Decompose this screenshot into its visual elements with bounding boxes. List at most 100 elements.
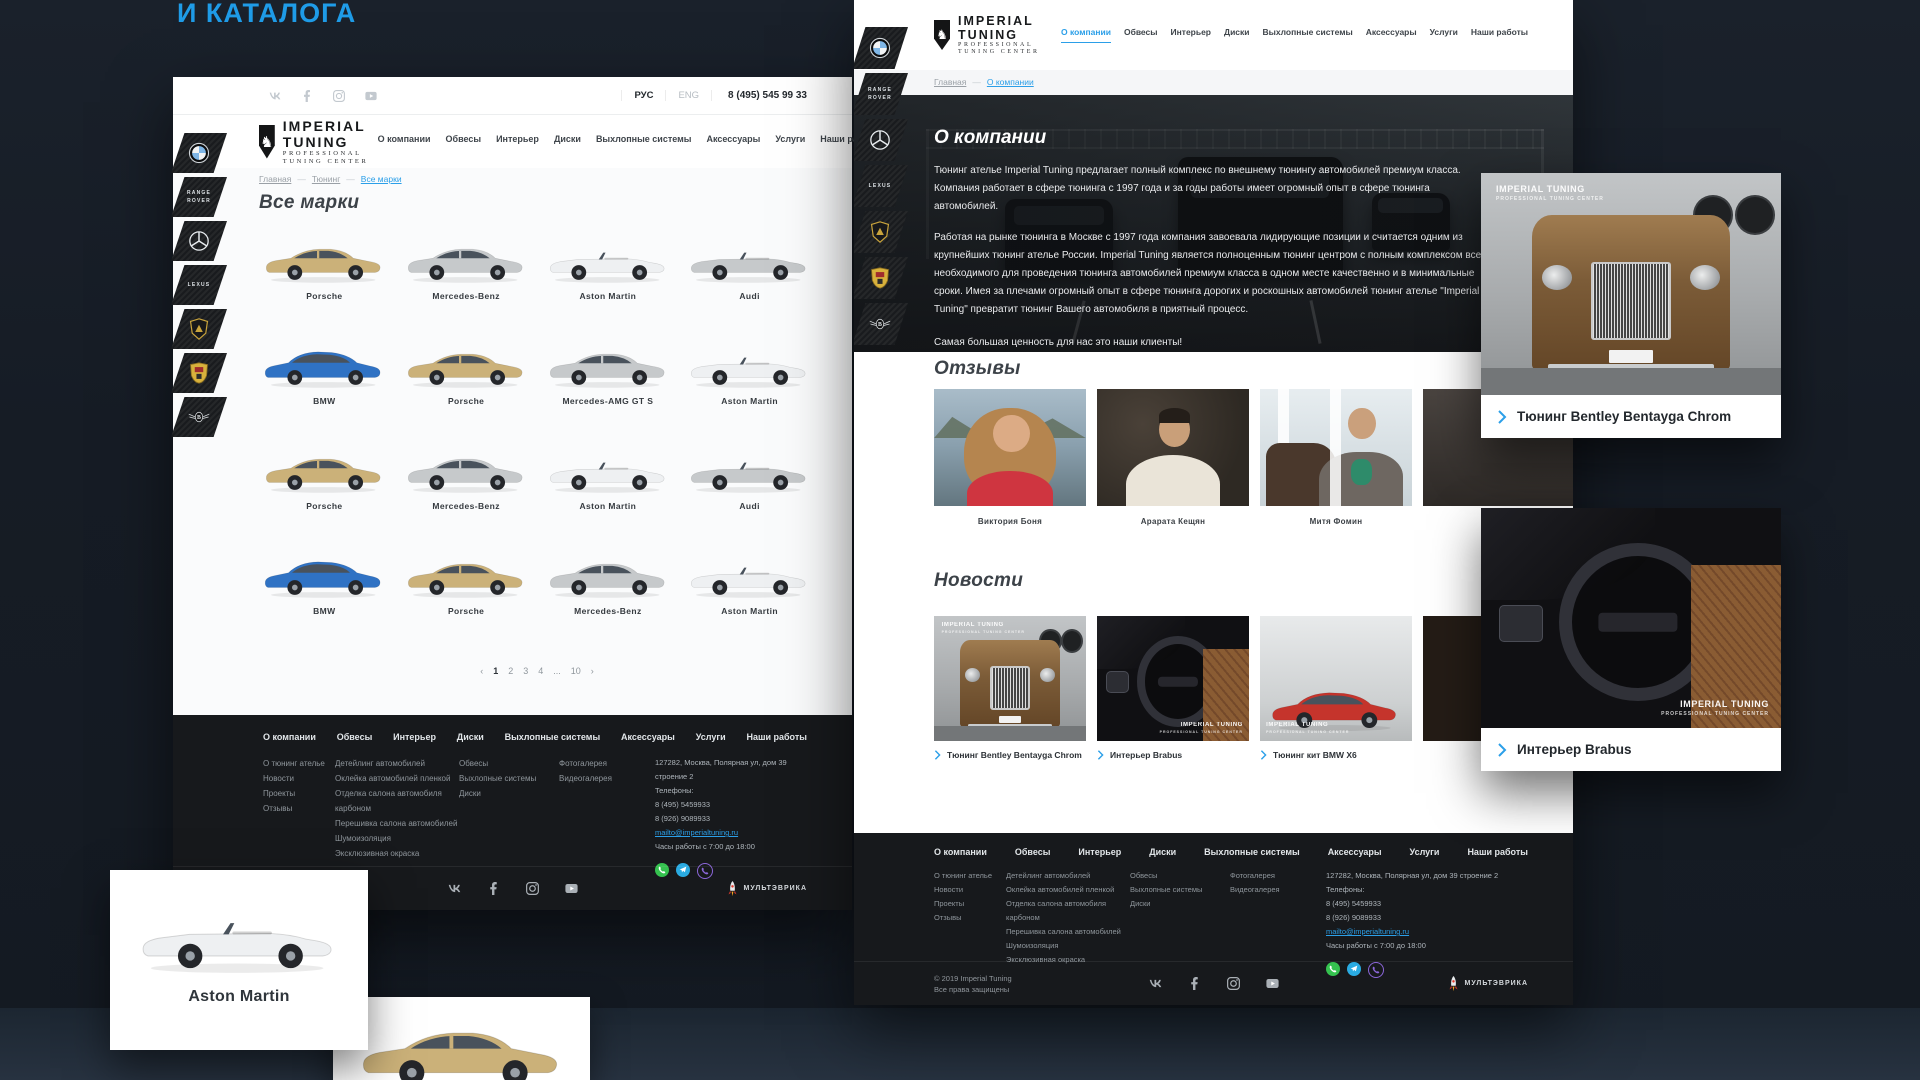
- sidebar-brand-lamborghini[interactable]: [171, 309, 227, 349]
- footer-nav-item[interactable]: Интерьер: [1078, 847, 1121, 857]
- sidebar-brand-porsche[interactable]: [171, 353, 227, 393]
- footer-link[interactable]: О тюнинг ателье: [934, 869, 1006, 883]
- phone-number[interactable]: 8 (495) 545 99 33: [711, 90, 807, 101]
- nav-item[interactable]: Диски: [1224, 27, 1250, 43]
- floating-card-brabus[interactable]: IMPERIAL TUNINGPROFESSIONAL TUNING CENTE…: [1481, 508, 1781, 771]
- car-card[interactable]: Mercedes-Benz: [401, 235, 532, 326]
- footer-nav-item[interactable]: Наши работы: [1467, 847, 1527, 857]
- nav-item[interactable]: Услуги: [775, 134, 805, 149]
- footer-link[interactable]: Новости: [263, 771, 335, 786]
- footer-link[interactable]: Видеогалерея: [559, 771, 655, 786]
- nav-item[interactable]: Выхлопные системы: [1263, 27, 1353, 43]
- breadcrumb-home[interactable]: Главная: [934, 77, 966, 87]
- footer-link[interactable]: Диски: [459, 786, 559, 801]
- footer-link[interactable]: Перешивка салона автомобилей: [1006, 925, 1130, 939]
- youtube-icon[interactable]: [565, 882, 578, 895]
- agency-logo[interactable]: МУЛЬТЭВРИКА: [1448, 976, 1529, 992]
- facebook-icon[interactable]: [1188, 977, 1201, 990]
- breadcrumb-home[interactable]: Главная: [259, 174, 291, 184]
- footer-link[interactable]: Проекты: [934, 897, 1006, 911]
- vk-icon[interactable]: [1149, 977, 1162, 990]
- footer-nav-item[interactable]: Услуги: [1410, 847, 1440, 857]
- facebook-icon[interactable]: [487, 882, 500, 895]
- logo[interactable]: ♞ IMPERIAL TUNING PROFESSIONAL TUNING CE…: [259, 118, 378, 165]
- footer-nav-item[interactable]: О компании: [263, 732, 316, 742]
- sidebar-brand-range-rover[interactable]: RANGEROVER: [854, 73, 908, 115]
- floating-card-porsche[interactable]: [333, 997, 590, 1080]
- facebook-icon[interactable]: [301, 90, 313, 102]
- sidebar-brand-lexus[interactable]: LEXUS: [854, 165, 908, 207]
- youtube-icon[interactable]: [365, 90, 377, 102]
- footer-link[interactable]: Оклейка автомобилей пленкой: [335, 771, 459, 786]
- footer-link[interactable]: Новости: [934, 883, 1006, 897]
- sidebar-brand-bentley[interactable]: B: [854, 303, 908, 345]
- car-card[interactable]: Porsche: [401, 340, 532, 431]
- sidebar-brand-porsche[interactable]: [854, 257, 908, 299]
- footer-nav-item[interactable]: Аксессуары: [1328, 847, 1382, 857]
- instagram-icon[interactable]: [526, 882, 539, 895]
- breadcrumb-tuning[interactable]: Тюнинг: [312, 174, 340, 184]
- footer-link[interactable]: Детейлинг автомобилей: [335, 756, 459, 771]
- footer-link[interactable]: Шумоизоляция: [335, 831, 459, 846]
- footer-nav-item[interactable]: Обвесы: [1015, 847, 1051, 857]
- nav-item[interactable]: Интерьер: [1171, 27, 1211, 43]
- footer-phone[interactable]: 8 (495) 5459933: [1326, 897, 1528, 911]
- review-photo[interactable]: [1260, 389, 1412, 506]
- sidebar-brand-mercedes[interactable]: [171, 221, 227, 261]
- sidebar-brand-range-rover[interactable]: RANGEROVER: [171, 177, 227, 217]
- car-card[interactable]: BMW: [259, 550, 390, 641]
- nav-item[interactable]: Услуги: [1430, 27, 1458, 43]
- footer-link[interactable]: Обвесы: [459, 756, 559, 771]
- lang-eng[interactable]: ENG: [665, 90, 711, 101]
- sidebar-brand-lexus[interactable]: LEXUS: [171, 265, 227, 305]
- instagram-icon[interactable]: [333, 90, 345, 102]
- footer-nav-item[interactable]: Наши работы: [746, 732, 806, 742]
- footer-link[interactable]: О тюнинг ателье: [263, 756, 335, 771]
- page-prev[interactable]: ‹: [480, 666, 483, 676]
- car-card[interactable]: Porsche: [259, 445, 390, 536]
- page-number[interactable]: ...: [553, 666, 561, 676]
- footer-link[interactable]: Выхлопные системы: [1130, 883, 1230, 897]
- footer-nav-item[interactable]: Диски: [1149, 847, 1176, 857]
- floating-card-aston[interactable]: Aston Martin: [110, 870, 368, 1050]
- footer-phone[interactable]: 8 (926) 9089933: [1326, 911, 1528, 925]
- car-card[interactable]: Mercedes-Benz: [543, 550, 674, 641]
- floating-card-bentayga[interactable]: IMPERIAL TUNINGPROFESSIONAL TUNING CENTE…: [1481, 173, 1781, 438]
- page-number[interactable]: 2: [508, 666, 513, 676]
- agency-logo[interactable]: МУЛЬТЭВРИКА: [727, 881, 808, 897]
- nav-item[interactable]: Аксессуары: [1366, 27, 1417, 43]
- footer-nav-item[interactable]: Интерьер: [393, 732, 436, 742]
- news-card[interactable]: IMPERIAL TUNINGPROFESSIONAL TUNING CENTE…: [1097, 616, 1249, 760]
- footer-nav-item[interactable]: Обвесы: [337, 732, 373, 742]
- footer-link[interactable]: Отзывы: [934, 911, 1006, 925]
- nav-item[interactable]: О компании: [378, 134, 431, 149]
- nav-item[interactable]: Обвесы: [1124, 27, 1158, 43]
- footer-link[interactable]: Шумоизоляция: [1006, 939, 1130, 953]
- footer-phone[interactable]: 8 (926) 9089933: [655, 812, 807, 826]
- email-link[interactable]: mailto@imperialtuning.ru: [1326, 925, 1528, 939]
- footer-nav-item[interactable]: Диски: [457, 732, 484, 742]
- footer-link[interactable]: Оклейка автомобилей пленкой: [1006, 883, 1130, 897]
- sidebar-brand-bentley[interactable]: B: [171, 397, 227, 437]
- footer-nav-item[interactable]: Выхлопные системы: [1204, 847, 1300, 857]
- car-card[interactable]: Aston Martin: [543, 235, 674, 326]
- news-card[interactable]: IMPERIAL TUNINGPROFESSIONAL TUNING CENTE…: [934, 616, 1086, 760]
- page-number[interactable]: 10: [571, 666, 581, 676]
- page-number[interactable]: 4: [538, 666, 543, 676]
- car-card[interactable]: Aston Martin: [684, 340, 815, 431]
- footer-link[interactable]: Обвесы: [1130, 869, 1230, 883]
- vk-icon[interactable]: [448, 882, 461, 895]
- logo[interactable]: ♞ IMPERIAL TUNING PROFESSIONAL TUNING CE…: [934, 14, 1061, 57]
- footer-nav-item[interactable]: Выхлопные системы: [505, 732, 601, 742]
- car-card[interactable]: Mercedes-Benz: [401, 445, 532, 536]
- footer-link[interactable]: Фотогалерея: [1230, 869, 1326, 883]
- car-card[interactable]: BMW: [259, 340, 390, 431]
- sidebar-brand-bmw[interactable]: [854, 27, 908, 69]
- sidebar-brand-lamborghini[interactable]: [854, 211, 908, 253]
- sidebar-brand-mercedes[interactable]: [854, 119, 908, 161]
- footer-nav-item[interactable]: Услуги: [696, 732, 726, 742]
- footer-link[interactable]: Проекты: [263, 786, 335, 801]
- nav-item[interactable]: Интерьер: [496, 134, 539, 149]
- review-photo[interactable]: [934, 389, 1086, 506]
- footer-link[interactable]: Отделка салона автомобиля карбоном: [1006, 897, 1130, 925]
